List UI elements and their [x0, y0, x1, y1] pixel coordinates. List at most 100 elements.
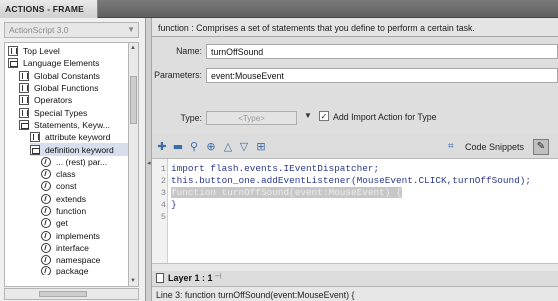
book-icon — [19, 70, 29, 81]
tree-item-label: Top Level — [23, 46, 60, 57]
toolbox-tree: Top Level Language Elements Global Const… — [4, 42, 129, 287]
book-icon — [30, 132, 40, 143]
item-icon — [41, 181, 51, 192]
tree-item[interactable]: ... (rest) par... — [41, 156, 128, 168]
book-open-icon — [19, 119, 29, 130]
tree-item[interactable]: interface — [41, 242, 128, 254]
name-label: Name: — [176, 46, 202, 56]
tree-item-label: Statements, Keyw... — [34, 119, 110, 130]
status-bar: Line 3: function turnOffSound(event:Mous… — [152, 286, 558, 301]
tree-item-label: package — [56, 266, 89, 276]
insert-icon[interactable]: ⊞ — [255, 141, 267, 153]
tree-item[interactable]: Global Functions — [19, 82, 128, 94]
item-icon — [41, 206, 51, 217]
editor-horizontal-scrollbar[interactable] — [152, 263, 558, 271]
tree-item[interactable]: Special Types — [19, 107, 128, 119]
code-snippets-icon[interactable]: ⌗ — [448, 141, 460, 153]
tree-scrollbar[interactable]: ▲ ▼ — [129, 42, 139, 287]
name-input[interactable]: turnOffSound — [206, 44, 558, 59]
tree-item[interactable]: Language Elements — [8, 57, 128, 69]
find-icon[interactable]: ⚲ — [188, 141, 200, 153]
tree-item[interactable]: Operators — [19, 94, 128, 106]
item-icon — [41, 218, 51, 229]
code-snippets-button[interactable]: Code Snippets — [465, 142, 524, 152]
book-open-icon — [30, 144, 40, 155]
tree-item[interactable]: Statements, Keyw... — [19, 119, 128, 131]
item-icon — [41, 169, 51, 180]
code-hint-form: Name: turnOffSound Parameters: event:Mou… — [152, 38, 558, 133]
wrench-icon[interactable]: ✎ — [533, 139, 549, 155]
import-checkbox[interactable]: ✓ — [319, 111, 329, 121]
move-down-icon[interactable]: ▽ — [238, 141, 250, 153]
remove-icon[interactable]: ▬ — [172, 141, 184, 153]
item-icon — [41, 242, 51, 253]
target-icon[interactable]: ⊕ — [205, 141, 217, 153]
tree-item-label: class — [56, 169, 76, 180]
collapse-arrow-icon[interactable]: ◂ — [147, 159, 151, 167]
panel-tab[interactable]: ACTIONS - FRAME — [0, 0, 98, 18]
move-up-icon[interactable]: △ — [222, 141, 234, 153]
scrollbar-thumb[interactable] — [130, 76, 137, 124]
tree-item-label: Global Functions — [34, 83, 99, 94]
tree-item[interactable]: class — [41, 168, 128, 180]
scrollbar-thumb[interactable] — [39, 291, 87, 297]
pin-icon[interactable]: ⊣ — [214, 272, 222, 282]
script-pane: function : Comprises a set of statements… — [152, 18, 558, 301]
tree-item[interactable]: definition keyword — [30, 143, 128, 156]
code-editor[interactable]: 1 2 3 4 5 import flash.events.IEventDisp… — [152, 158, 558, 264]
script-toolbar: ✚ ▬ ⚲ ⊕ △ ▽ ⊞ ⌗ Code Snippets ✎ — [152, 138, 558, 156]
tree-item[interactable]: const — [41, 180, 128, 192]
line-number: 1 — [160, 164, 166, 174]
tree-item-label: const — [56, 181, 77, 192]
line-number: 4 — [160, 200, 166, 210]
type-select[interactable]: <Type> — [206, 111, 297, 125]
tree-item[interactable]: implements — [41, 230, 128, 242]
tree-item-label: definition keyword — [45, 144, 114, 155]
tree-item-label: Language Elements — [23, 58, 100, 69]
chevron-down-icon[interactable]: ▼ — [304, 111, 312, 120]
layer-tab[interactable]: Layer 1 : 1 — [168, 273, 213, 283]
tree-item[interactable]: Top Level — [8, 45, 128, 57]
tree-item-label: function — [56, 206, 87, 217]
parameters-input[interactable]: event:MouseEvent — [206, 68, 558, 83]
tree-item-label: extends — [56, 193, 87, 204]
actions-panel: ACTIONS - FRAME ActionScript 3.0 ▼ Top L… — [0, 0, 558, 301]
tree-item-label: get — [56, 218, 68, 229]
tree-item[interactable]: Global Constants — [19, 70, 128, 82]
code-line[interactable]: import flash.events.IEventDispatcher; — [171, 163, 379, 174]
tree-item-label: Global Constants — [34, 70, 100, 81]
chevron-down-icon: ▼ — [127, 25, 135, 34]
layer-tab-bar: Layer 1 : 1 ⊣ — [152, 271, 558, 285]
tree-item-label: Special Types — [34, 107, 88, 118]
book-icon — [19, 95, 29, 106]
layer-icon — [156, 273, 164, 283]
item-icon — [41, 266, 51, 276]
scroll-up-icon[interactable]: ▲ — [130, 45, 136, 51]
tree-item-label: attribute keyword — [45, 132, 111, 143]
book-open-icon — [8, 58, 18, 69]
tree-item[interactable]: namespace — [41, 254, 128, 266]
book-icon — [19, 83, 29, 94]
add-icon[interactable]: ✚ — [156, 141, 168, 153]
item-icon — [41, 230, 51, 241]
parameters-label: Parameters: — [154, 70, 202, 80]
line-number: 5 — [160, 212, 166, 222]
tree-item-label: Operators — [34, 95, 73, 106]
tree-item-label: interface — [56, 242, 89, 253]
tree-item[interactable]: extends — [41, 193, 128, 205]
code-line-selected[interactable]: function turnOffSound(event:MouseEvent) … — [171, 187, 402, 198]
tree-item[interactable]: attribute keyword — [30, 131, 128, 143]
language-select-value: ActionScript 3.0 — [9, 25, 69, 35]
language-select[interactable]: ActionScript 3.0 ▼ — [4, 22, 139, 38]
code-line[interactable]: } — [171, 199, 177, 210]
tree-horizontal-scrollbar[interactable] — [4, 288, 139, 300]
item-icon — [41, 193, 51, 204]
code-line[interactable]: this.button_one.addEventListener(MouseEv… — [171, 175, 531, 186]
tree-item[interactable]: package — [41, 266, 128, 276]
item-icon — [41, 255, 51, 266]
line-number: 2 — [160, 176, 166, 186]
tree-item-label: namespace — [56, 255, 101, 266]
tree-item[interactable]: get — [41, 217, 128, 229]
scroll-down-icon[interactable]: ▼ — [130, 278, 136, 284]
tree-item[interactable]: function — [41, 205, 128, 217]
